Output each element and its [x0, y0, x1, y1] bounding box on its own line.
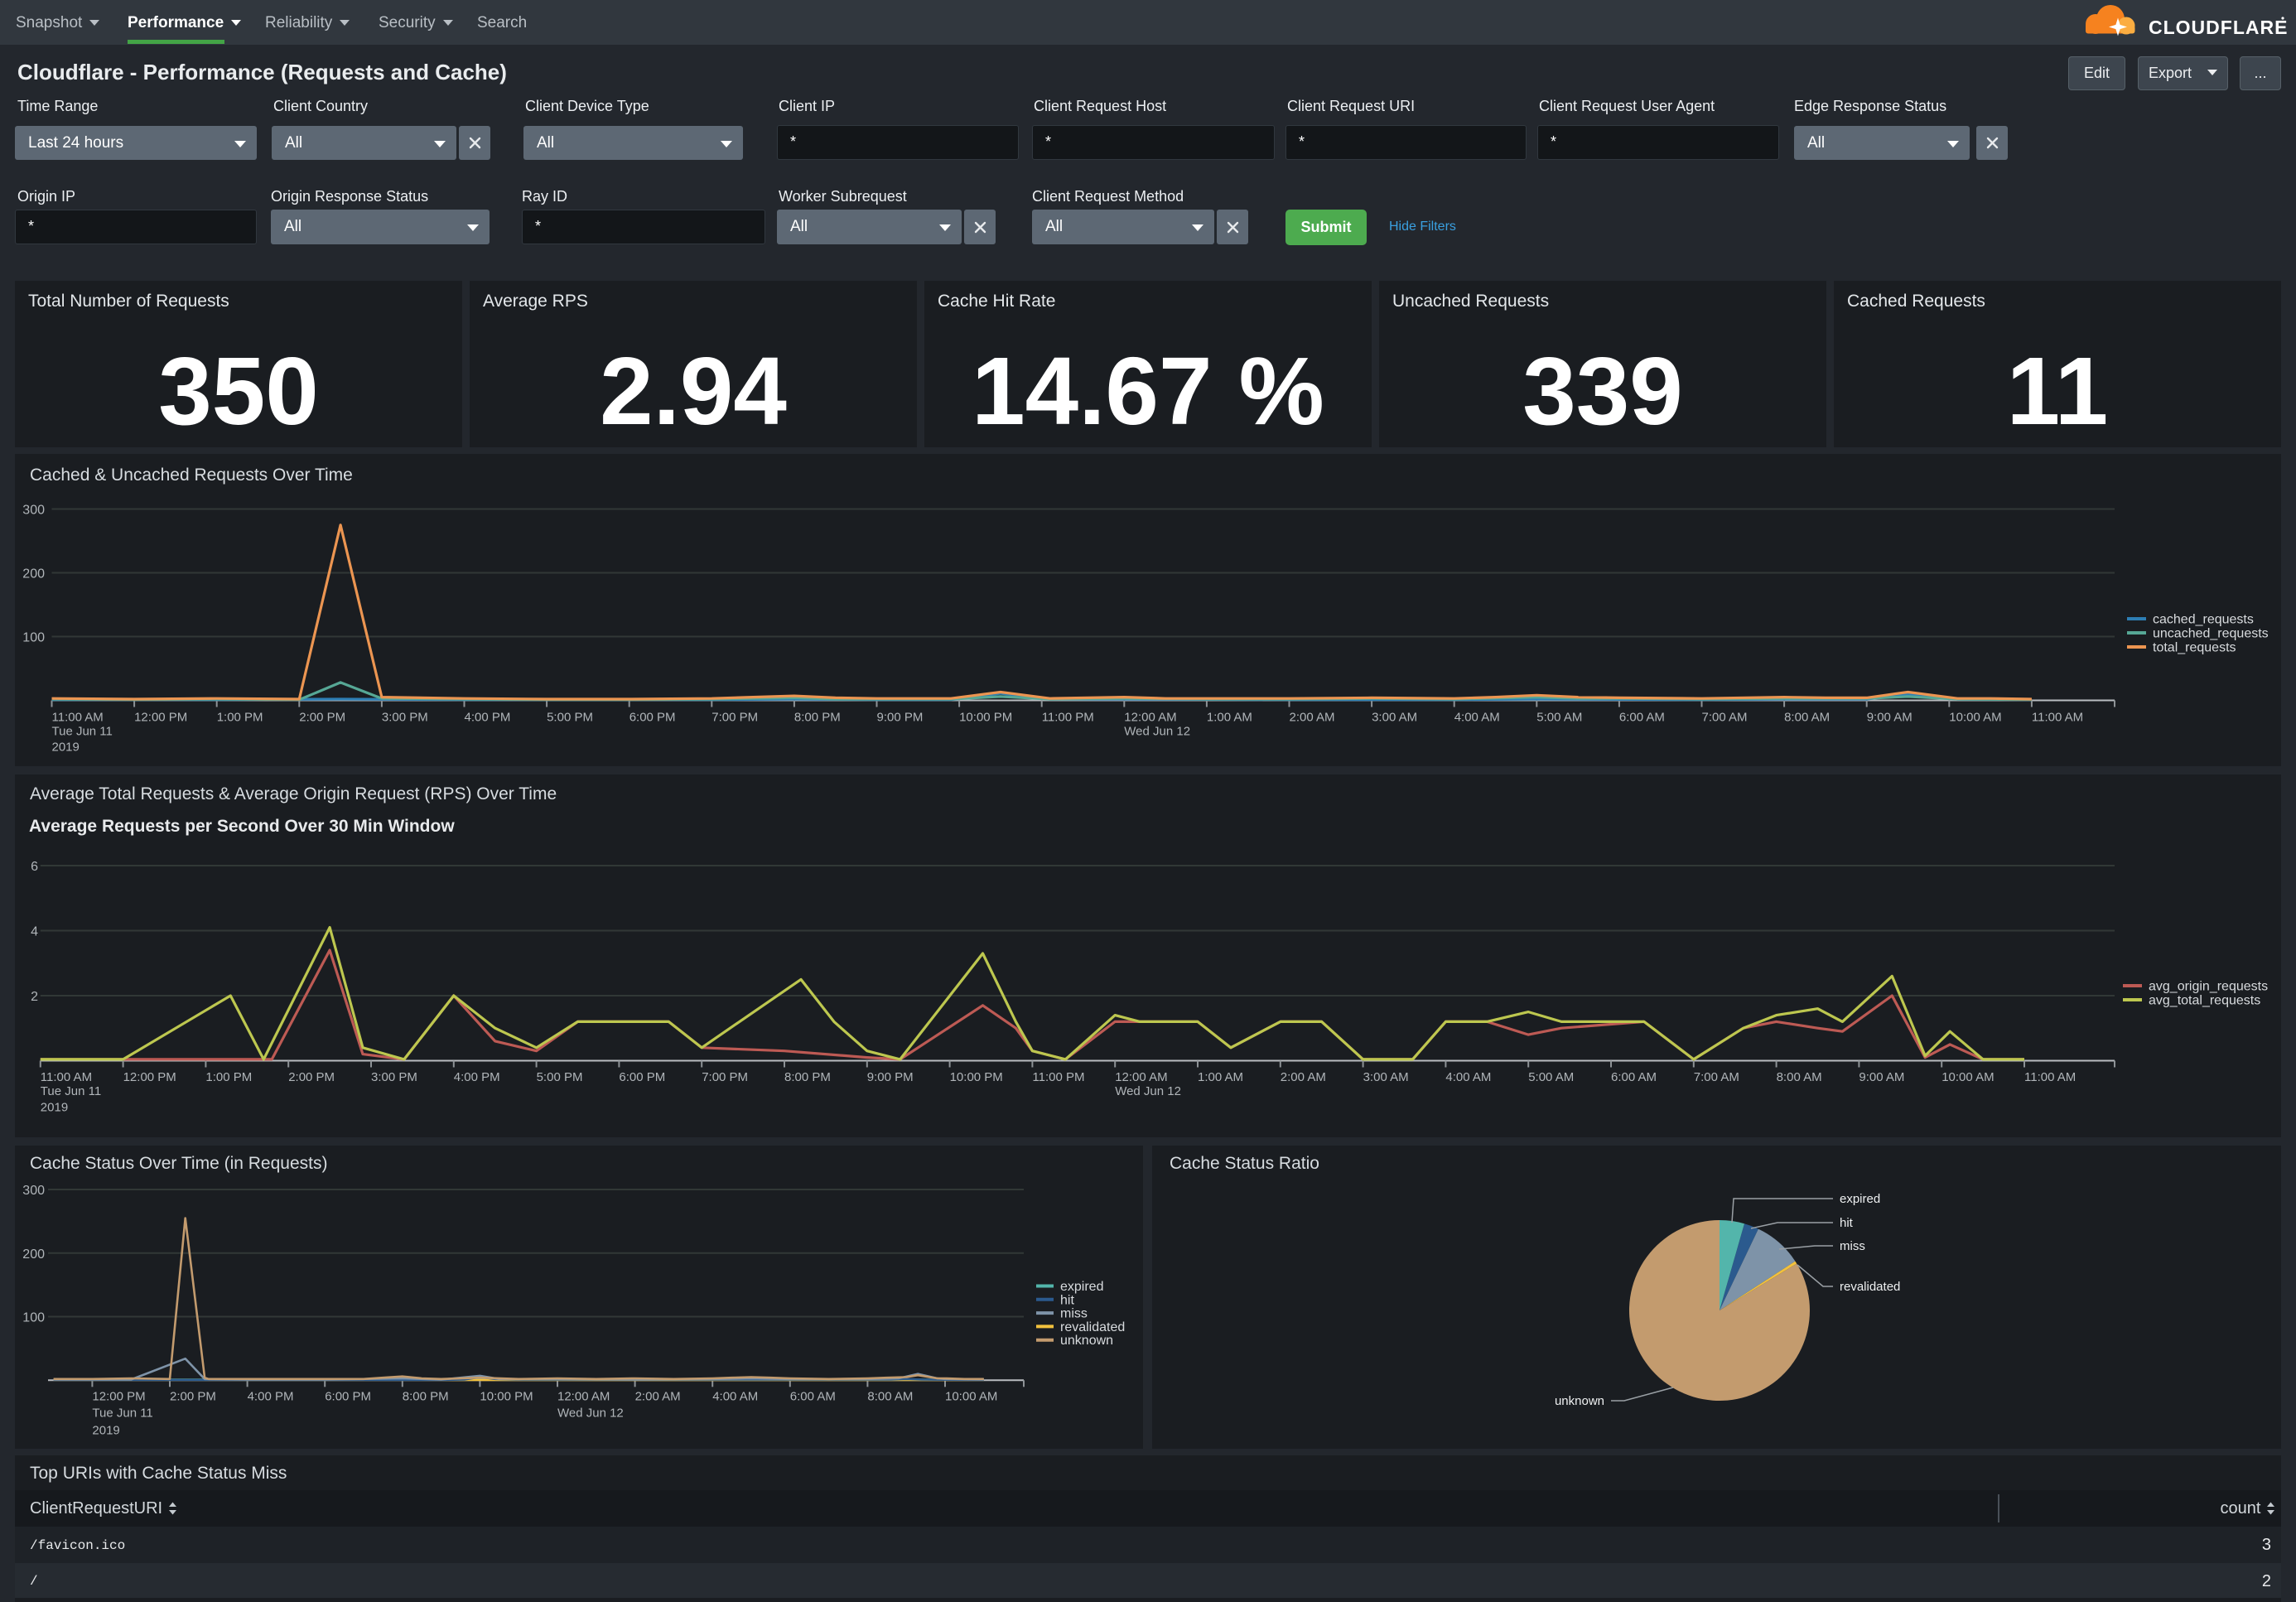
svg-text:avg_total_requests: avg_total_requests	[2149, 994, 2260, 1008]
svg-text:unknown: unknown	[1555, 1394, 1604, 1408]
svg-text:3:00 PM: 3:00 PM	[382, 711, 428, 725]
svg-text:uncached_requests: uncached_requests	[2153, 627, 2269, 641]
svg-text:avg_origin_requests: avg_origin_requests	[2149, 980, 2268, 994]
svg-text:12:00 AM: 12:00 AM	[1124, 711, 1176, 725]
svg-text:200: 200	[22, 567, 45, 581]
svg-text:4:00 AM: 4:00 AM	[712, 1390, 758, 1404]
svg-text:4:00 AM: 4:00 AM	[1454, 711, 1500, 725]
svg-text:hit: hit	[1060, 1293, 1074, 1307]
svg-text:miss: miss	[1060, 1307, 1088, 1321]
svg-text:Tue Jun 11: Tue Jun 11	[41, 1084, 101, 1098]
svg-text:100: 100	[22, 1311, 45, 1325]
svg-text:1:00 PM: 1:00 PM	[217, 711, 263, 725]
svg-text:10:00 PM: 10:00 PM	[950, 1070, 1003, 1084]
svg-text:Tue Jun 11: Tue Jun 11	[92, 1407, 152, 1421]
svg-text:4:00 PM: 4:00 PM	[454, 1070, 500, 1084]
svg-text:11:00 PM: 11:00 PM	[1032, 1070, 1084, 1084]
svg-text:expired: expired	[1840, 1192, 1880, 1206]
svg-text:1:00 AM: 1:00 AM	[1207, 711, 1252, 725]
svg-text:5:00 PM: 5:00 PM	[537, 1070, 583, 1084]
svg-text:cached_requests: cached_requests	[2153, 613, 2254, 627]
svg-text:unknown: unknown	[1060, 1334, 1113, 1348]
svg-text:5:00 AM: 5:00 AM	[1536, 711, 1582, 725]
svg-text:1:00 AM: 1:00 AM	[1198, 1070, 1243, 1084]
svg-text:12:00 PM: 12:00 PM	[123, 1070, 176, 1084]
svg-text:3:00 AM: 3:00 AM	[1363, 1070, 1409, 1084]
svg-text:8:00 PM: 8:00 PM	[794, 711, 841, 725]
svg-text:200: 200	[22, 1247, 45, 1262]
svg-text:10:00 AM: 10:00 AM	[945, 1390, 997, 1404]
svg-text:7:00 AM: 7:00 AM	[1694, 1070, 1739, 1084]
svg-text:1:00 PM: 1:00 PM	[205, 1070, 252, 1084]
svg-text:9:00 PM: 9:00 PM	[867, 1070, 914, 1084]
svg-text:11:00 AM: 11:00 AM	[2032, 711, 2083, 725]
svg-text:miss: miss	[1840, 1239, 1865, 1253]
svg-text:2:00 PM: 2:00 PM	[170, 1390, 216, 1404]
svg-text:10:00 AM: 10:00 AM	[1949, 711, 2001, 725]
svg-text:10:00 AM: 10:00 AM	[1941, 1070, 1994, 1084]
svg-text:revalidated: revalidated	[1060, 1320, 1125, 1334]
svg-text:hit: hit	[1840, 1216, 1854, 1230]
svg-text:8:00 AM: 8:00 AM	[867, 1390, 913, 1404]
svg-text:6:00 AM: 6:00 AM	[790, 1390, 836, 1404]
svg-text:CLOUDFLARE: CLOUDFLARE	[2149, 17, 2288, 38]
svg-text:11:00 PM: 11:00 PM	[1042, 711, 1094, 725]
svg-text:2:00 AM: 2:00 AM	[1281, 1070, 1326, 1084]
svg-text:10:00 PM: 10:00 PM	[959, 711, 1012, 725]
svg-text:9:00 AM: 9:00 AM	[1859, 1070, 1904, 1084]
svg-text:total_requests: total_requests	[2153, 641, 2236, 655]
svg-text:3:00 AM: 3:00 AM	[1372, 711, 1417, 725]
svg-text:300: 300	[22, 504, 45, 518]
svg-text:revalidated: revalidated	[1840, 1280, 1900, 1294]
svg-text:8:00 AM: 8:00 AM	[1777, 1070, 1822, 1084]
svg-text:Wed Jun 12: Wed Jun 12	[1124, 725, 1190, 739]
svg-text:2:00 AM: 2:00 AM	[635, 1390, 681, 1404]
svg-text:12:00 AM: 12:00 AM	[1115, 1070, 1167, 1084]
svg-text:6:00 PM: 6:00 PM	[619, 1070, 665, 1084]
svg-text:2019: 2019	[41, 1101, 68, 1115]
svg-text:2:00 PM: 2:00 PM	[299, 711, 345, 725]
svg-text:100: 100	[22, 631, 45, 645]
svg-text:7:00 PM: 7:00 PM	[711, 711, 758, 725]
svg-text:11:00 AM: 11:00 AM	[2024, 1070, 2076, 1084]
svg-text:5:00 PM: 5:00 PM	[547, 711, 593, 725]
svg-text:expired: expired	[1060, 1280, 1103, 1294]
svg-text:9:00 PM: 9:00 PM	[877, 711, 924, 725]
svg-text:3:00 PM: 3:00 PM	[371, 1070, 417, 1084]
svg-text:5:00 AM: 5:00 AM	[1528, 1070, 1574, 1084]
svg-text:6:00 AM: 6:00 AM	[1619, 711, 1665, 725]
svg-text:6:00 AM: 6:00 AM	[1611, 1070, 1657, 1084]
svg-text:2019: 2019	[52, 741, 80, 755]
svg-text:2019: 2019	[92, 1423, 119, 1437]
svg-text:12:00 PM: 12:00 PM	[92, 1390, 145, 1404]
svg-text:8:00 AM: 8:00 AM	[1784, 711, 1830, 725]
svg-text:2:00 AM: 2:00 AM	[1290, 711, 1335, 725]
svg-text:2: 2	[31, 990, 38, 1004]
svg-text:300: 300	[22, 1184, 45, 1198]
svg-text:11:00 AM: 11:00 AM	[52, 711, 104, 725]
svg-text:7:00 AM: 7:00 AM	[1702, 711, 1748, 725]
svg-text:6:00 PM: 6:00 PM	[325, 1390, 371, 1404]
svg-text:10:00 PM: 10:00 PM	[480, 1390, 533, 1404]
svg-text:12:00 PM: 12:00 PM	[134, 711, 187, 725]
svg-text:4:00 AM: 4:00 AM	[1445, 1070, 1491, 1084]
svg-text:8:00 PM: 8:00 PM	[784, 1070, 831, 1084]
svg-text:4:00 PM: 4:00 PM	[248, 1390, 294, 1404]
svg-text:4: 4	[31, 925, 38, 939]
svg-text:7:00 PM: 7:00 PM	[702, 1070, 748, 1084]
svg-text:2:00 PM: 2:00 PM	[288, 1070, 335, 1084]
svg-text:Tue Jun 11: Tue Jun 11	[52, 725, 113, 739]
svg-text:Wed Jun 12: Wed Jun 12	[1115, 1084, 1181, 1098]
svg-text:4:00 PM: 4:00 PM	[465, 711, 511, 725]
svg-text:11:00 AM: 11:00 AM	[41, 1070, 92, 1084]
svg-text:6:00 PM: 6:00 PM	[629, 711, 676, 725]
svg-text:6: 6	[31, 860, 38, 874]
svg-text:12:00 AM: 12:00 AM	[557, 1390, 610, 1404]
svg-text:8:00 PM: 8:00 PM	[403, 1390, 449, 1404]
svg-text:9:00 AM: 9:00 AM	[1867, 711, 1913, 725]
svg-text:Wed Jun 12: Wed Jun 12	[557, 1407, 624, 1421]
